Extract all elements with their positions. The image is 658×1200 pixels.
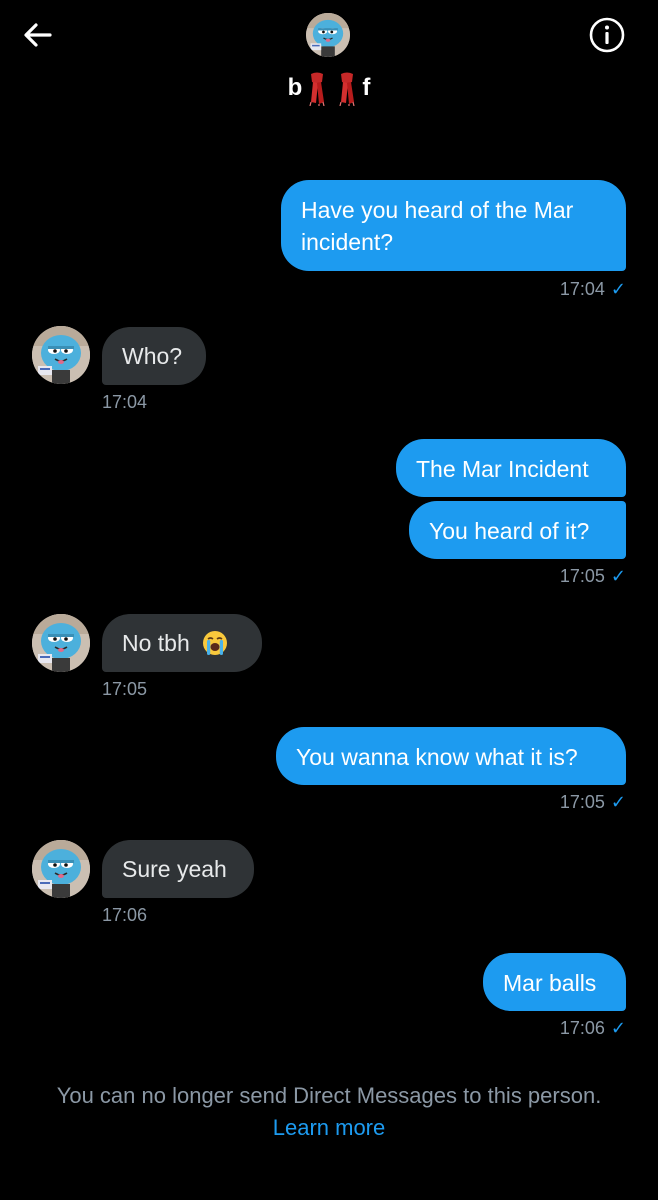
message-timestamp: 17:06 bbox=[102, 905, 148, 925]
message-text: You wanna know what it is? bbox=[296, 744, 578, 770]
message-timestamp: 17:06 ✓ bbox=[559, 1018, 626, 1038]
gumball-avatar-image bbox=[306, 13, 350, 57]
sender-avatar[interactable] bbox=[32, 840, 90, 898]
read-check-icon: ✓ bbox=[610, 279, 626, 299]
dm-restricted-notice: You can no longer send Direct Messages t… bbox=[0, 1080, 658, 1144]
back-button[interactable] bbox=[18, 16, 58, 56]
scarf-emoji-icon bbox=[309, 72, 325, 106]
incoming-message-bubble[interactable]: Sure yeah bbox=[102, 840, 254, 898]
info-circle-icon bbox=[589, 17, 625, 53]
outgoing-message-bubble[interactable]: Mar balls bbox=[483, 953, 626, 1011]
sender-avatar[interactable] bbox=[32, 326, 90, 384]
message-text: No tbh bbox=[122, 630, 190, 656]
message-timestamp: 17:04 ✓ bbox=[559, 279, 626, 299]
message-text: Mar balls bbox=[503, 970, 597, 996]
message-timestamp: 17:05 ✓ bbox=[559, 566, 626, 586]
header-avatar[interactable] bbox=[306, 13, 350, 57]
read-check-icon: ✓ bbox=[610, 566, 626, 586]
message-text: Sure yeah bbox=[122, 856, 227, 882]
message-text: incident? bbox=[301, 229, 394, 255]
notice-text: You can no longer send Direct Messages t… bbox=[56, 1083, 602, 1108]
gumball-avatar-image bbox=[32, 326, 90, 384]
read-check-icon: ✓ bbox=[610, 792, 626, 812]
message-text: The Mar Incident bbox=[416, 456, 589, 482]
gumball-avatar-image bbox=[32, 614, 90, 672]
outgoing-message-bubble[interactable]: You heard of it? bbox=[409, 501, 626, 559]
outgoing-message-bubble[interactable]: Have you heard of the Mar incident? bbox=[281, 180, 626, 271]
incoming-message-bubble[interactable]: No tbh bbox=[102, 614, 262, 672]
message-timestamp: 17:05 bbox=[102, 679, 148, 699]
message-text: Who? bbox=[122, 343, 183, 369]
conversation-header: b f bbox=[0, 0, 658, 140]
message-text: Have you heard of the Mar bbox=[301, 197, 574, 223]
name-part-right: f bbox=[362, 74, 371, 101]
learn-more-link[interactable]: Learn more bbox=[273, 1112, 386, 1144]
outgoing-message-bubble[interactable]: The Mar Incident bbox=[396, 439, 626, 497]
message-text: You heard of it? bbox=[429, 518, 590, 544]
outgoing-message-bubble[interactable]: You wanna know what it is? bbox=[276, 727, 626, 785]
gumball-avatar-image bbox=[32, 840, 90, 898]
loudly-crying-face-icon bbox=[203, 631, 228, 655]
arrow-left-icon bbox=[24, 23, 52, 47]
incoming-message-bubble[interactable]: Who? bbox=[102, 327, 206, 385]
read-check-icon: ✓ bbox=[610, 1018, 626, 1038]
conversation-info-button[interactable] bbox=[588, 16, 626, 54]
name-part-left: b bbox=[287, 74, 303, 101]
message-timestamp: 17:04 bbox=[102, 392, 148, 412]
conversation-title: b f bbox=[276, 68, 382, 118]
sender-avatar[interactable] bbox=[32, 614, 90, 672]
message-timestamp: 17:05 ✓ bbox=[559, 792, 626, 812]
scarf-emoji-icon bbox=[339, 72, 355, 106]
